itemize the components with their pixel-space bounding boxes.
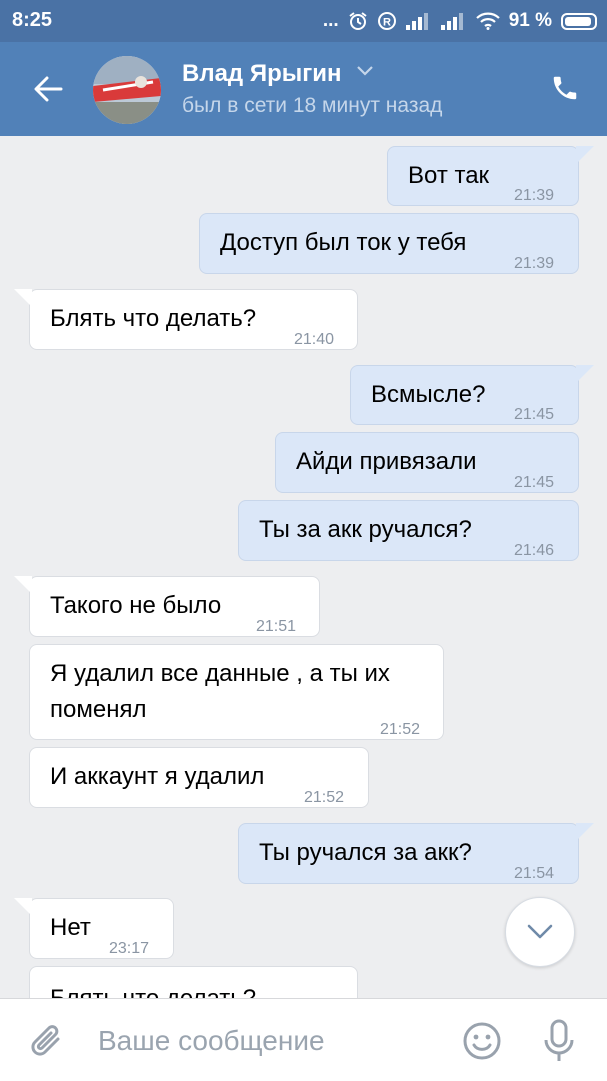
roaming-icon: R (377, 11, 397, 31)
chat-header: Влад Ярыгин был в сети 18 минут назад (0, 42, 607, 136)
back-button[interactable] (28, 69, 68, 109)
bubble-tail (14, 898, 32, 916)
smiley-icon (463, 1022, 501, 1060)
svg-text:R: R (383, 17, 391, 29)
message-text: Такого не было (50, 592, 222, 619)
status-icons: ... R 91 % (323, 8, 597, 34)
message-time: 21:45 (514, 406, 555, 423)
notification-dots: ... (322, 10, 339, 31)
message-outgoing[interactable]: Доступ был ток у тебя 21:39 (199, 213, 579, 274)
message-time: 21:51 (256, 618, 297, 635)
bubble-tail (14, 576, 32, 594)
message-outgoing[interactable]: Ты за акк ручался? 21:46 (238, 500, 579, 561)
message-time: 21:40 (294, 331, 335, 348)
message-composer (0, 998, 607, 1081)
contact-name[interactable]: Влад Ярыгин (182, 60, 341, 88)
message-incoming[interactable]: Такого не было 21:51 (29, 576, 320, 637)
bubble-tail (576, 823, 594, 841)
avatar[interactable] (93, 56, 161, 124)
message-text: Всмысле? (371, 381, 486, 408)
message-incoming[interactable]: Блять что делать? (29, 966, 358, 998)
message-text-line-2: поменял (50, 696, 147, 723)
message-text-line-1: Я удалил все данные , а ты их (50, 660, 390, 687)
message-time: 23:17 (109, 940, 150, 957)
message-incoming[interactable]: Блять что делать? 21:40 (29, 289, 358, 350)
message-text: Доступ был ток у тебя (220, 229, 467, 256)
alarm-icon (348, 11, 368, 31)
message-text: Блять что делать? (50, 982, 256, 998)
message-text: Ты за акк ручался? (259, 516, 472, 543)
paperclip-icon (31, 1025, 60, 1056)
call-button[interactable] (547, 70, 583, 106)
message-text: Блять что делать? (50, 305, 257, 332)
message-time: 21:52 (304, 789, 345, 806)
microphone-button[interactable] (542, 1018, 576, 1064)
bubble-tail (14, 289, 32, 307)
microphone-icon (544, 1019, 574, 1061)
message-time: 21:39 (514, 187, 555, 204)
status-bar: 8:25 ... R 91 % (0, 0, 607, 42)
scroll-to-bottom-button[interactable] (505, 897, 575, 967)
wifi-icon (475, 12, 500, 30)
message-text: Ты ручался за акк? (259, 839, 472, 866)
message-text: Вот так (408, 162, 490, 189)
arrow-left-icon (34, 76, 63, 102)
bubble-tail (576, 146, 594, 164)
attach-button[interactable] (28, 1021, 66, 1061)
message-time: 21:39 (514, 255, 555, 272)
message-text: Айди привязали (296, 448, 477, 475)
message-text: И аккаунт я удалил (50, 763, 265, 790)
message-time: 21:45 (514, 474, 555, 491)
bubble-tail (576, 365, 594, 383)
message-outgoing[interactable]: Айди привязали 21:45 (275, 432, 579, 493)
phone-icon (553, 76, 577, 100)
message-incoming[interactable]: Я удалил все данные , а ты их поменял 21… (29, 644, 444, 740)
message-outgoing[interactable]: Всмысле? 21:45 (350, 365, 579, 425)
chevron-down-icon[interactable] (356, 64, 374, 82)
chevron-down-icon (527, 924, 553, 939)
message-outgoing[interactable]: Ты ручался за акк? 21:54 (238, 823, 579, 884)
message-list[interactable]: Вот так 21:39 Доступ был ток у тебя 21:3… (0, 136, 607, 998)
signal-icon (405, 12, 432, 30)
message-time: 21:54 (514, 865, 555, 882)
message-outgoing[interactable]: Вот так 21:39 (387, 146, 579, 206)
status-time: 8:25 (12, 9, 53, 31)
message-input[interactable] (96, 1019, 440, 1063)
message-text: Нет (50, 914, 91, 941)
battery-percent: 91 % (508, 10, 552, 31)
battery-icon (561, 12, 597, 30)
message-incoming[interactable]: Нет 23:17 (29, 898, 174, 959)
contact-status: был в сети 18 минут назад (182, 94, 443, 117)
message-time: 21:52 (380, 721, 421, 738)
message-time: 21:46 (514, 542, 555, 559)
message-incoming[interactable]: И аккаунт я удалил 21:52 (29, 747, 369, 808)
signal-icon-2 (440, 12, 467, 30)
emoji-button[interactable] (462, 1021, 502, 1061)
